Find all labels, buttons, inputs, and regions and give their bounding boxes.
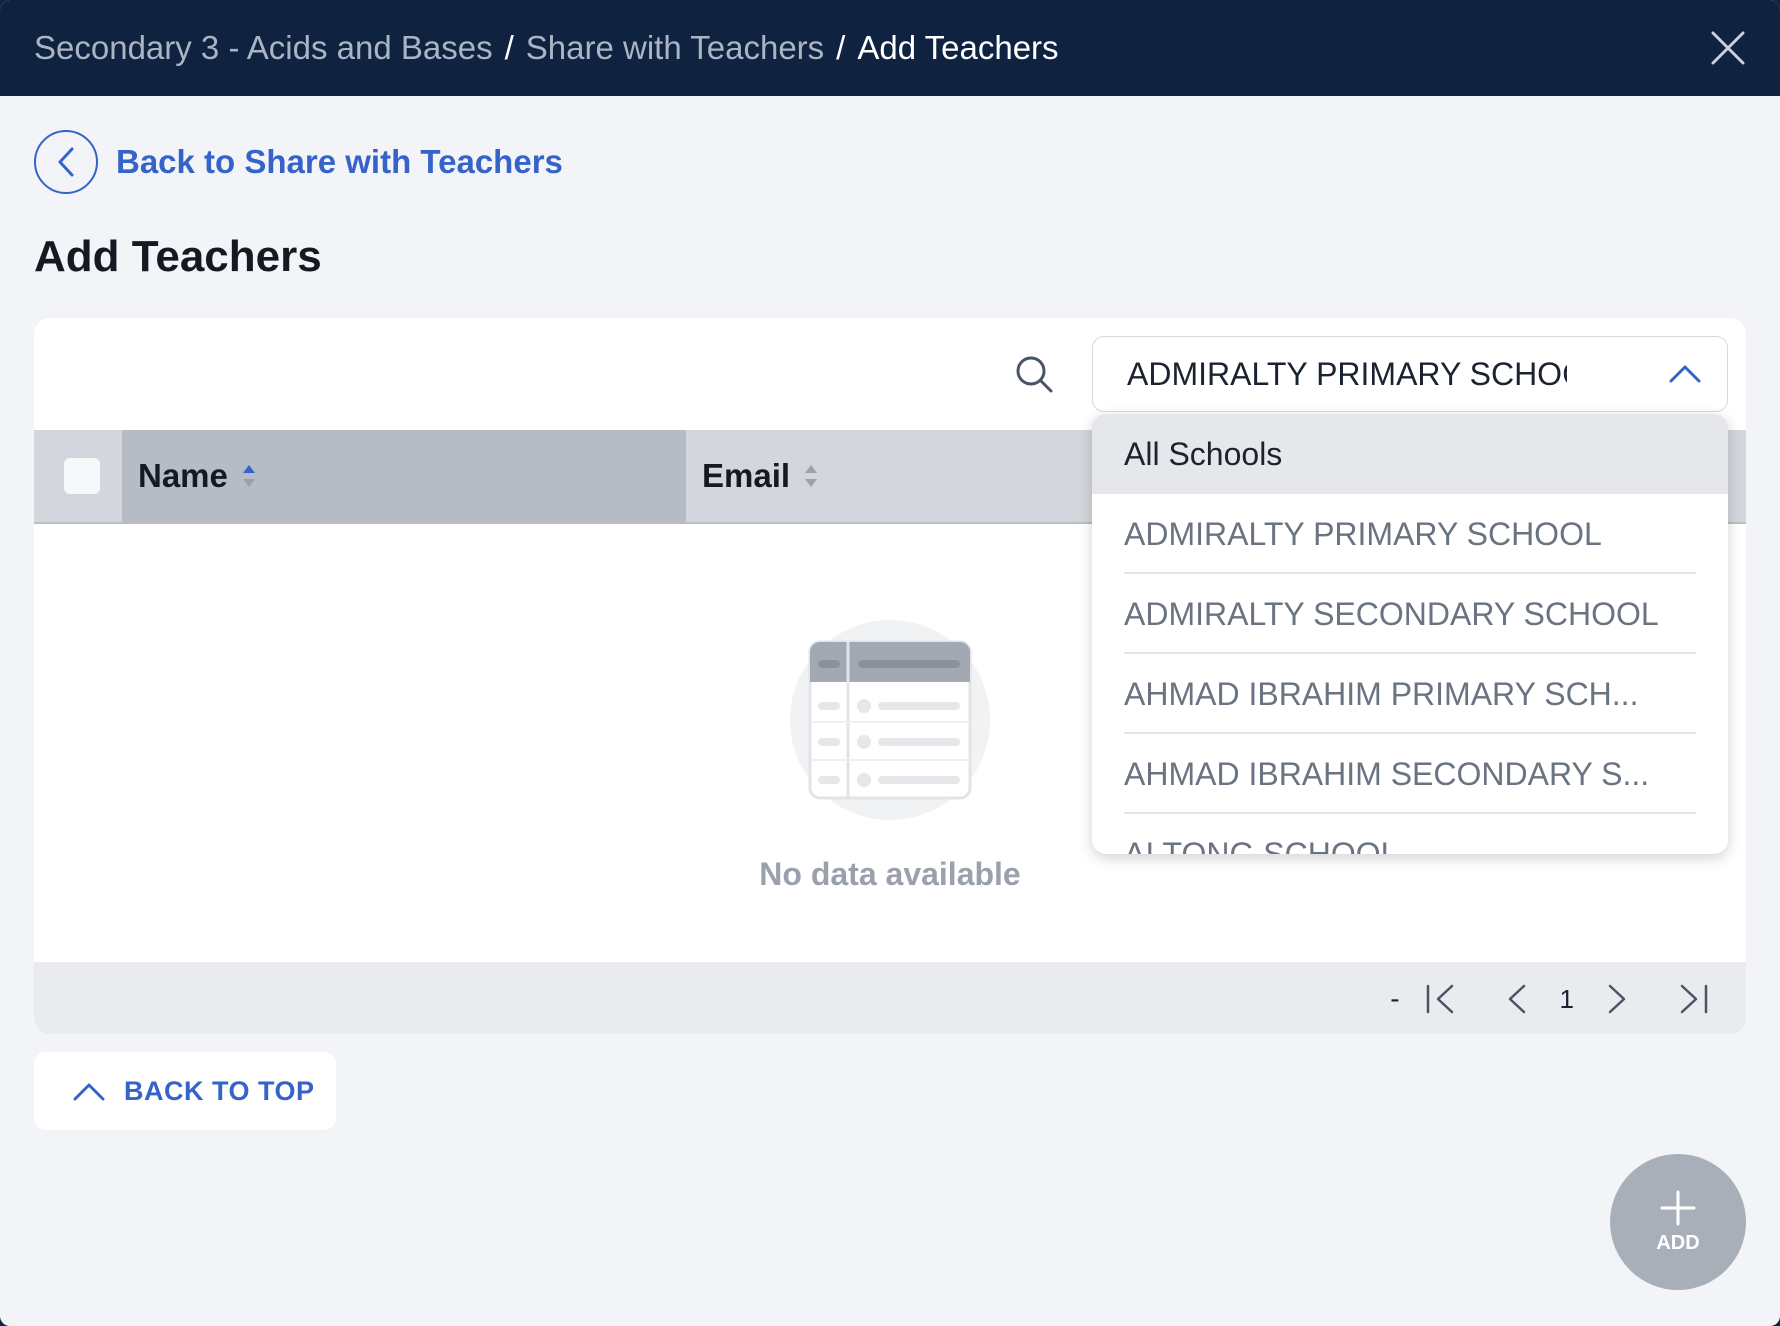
- back-button[interactable]: [34, 130, 98, 194]
- sort-icon[interactable]: [242, 462, 256, 490]
- school-dropdown-menu: All Schools ADMIRALTY PRIMARY SCHOOL ADM…: [1092, 414, 1728, 854]
- chevron-up-icon: [1669, 365, 1701, 383]
- select-all-checkbox[interactable]: [64, 458, 100, 494]
- dropdown-option-row: AHMAD IBRAHIM SECONDARY S...: [1092, 734, 1728, 814]
- breadcrumb-item-course[interactable]: Secondary 3 - Acids and Bases: [34, 29, 493, 67]
- pagination-range: -: [1390, 983, 1400, 1014]
- chevron-left-icon: [58, 147, 74, 177]
- dropdown-option[interactable]: AI TONG SCHOOL: [1092, 814, 1728, 855]
- last-page-icon[interactable]: [1676, 982, 1710, 1016]
- breadcrumb-separator: /: [836, 29, 846, 66]
- dropdown-option[interactable]: AHMAD IBRAHIM SECONDARY S...: [1092, 734, 1728, 814]
- first-page-icon[interactable]: [1424, 982, 1458, 1016]
- breadcrumb: Secondary 3 - Acids and Bases / Share wi…: [34, 29, 1059, 67]
- chevron-up-icon: [73, 1083, 105, 1101]
- pagination: - 1: [1390, 980, 1710, 1018]
- dialog-header: Secondary 3 - Acids and Bases / Share wi…: [0, 0, 1780, 96]
- dropdown-option[interactable]: All Schools: [1092, 414, 1728, 494]
- back-to-share-link[interactable]: Back to Share with Teachers: [34, 130, 563, 194]
- empty-table-illustration: [790, 620, 990, 820]
- plus-icon: [1660, 1190, 1696, 1225]
- breadcrumb-separator: /: [504, 29, 514, 66]
- back-to-top-label: BACK TO TOP: [124, 1075, 315, 1106]
- back-to-top-button[interactable]: BACK TO TOP: [34, 1052, 336, 1130]
- empty-state-text: No data available: [759, 856, 1021, 892]
- add-button[interactable]: ADD: [1610, 1154, 1746, 1290]
- search-icon: [1016, 356, 1053, 393]
- add-teachers-dialog: Secondary 3 - Acids and Bases / Share wi…: [0, 0, 1780, 1326]
- close-button[interactable]: [1710, 30, 1746, 66]
- close-icon: [1711, 31, 1745, 65]
- dropdown-option[interactable]: ADMIRALTY PRIMARY SCHOOL: [1092, 494, 1728, 574]
- page-title: Add Teachers: [34, 232, 322, 281]
- breadcrumb-item-share[interactable]: Share with Teachers: [526, 29, 824, 67]
- school-select-value: ADMIRALTY PRIMARY SCHOC: [1127, 355, 1567, 392]
- dropdown-option-row: AI TONG SCHOOL: [1092, 814, 1728, 855]
- breadcrumb-current: Add Teachers: [857, 29, 1059, 66]
- add-button-label: ADD: [1656, 1231, 1700, 1254]
- search-button[interactable]: [1014, 354, 1054, 394]
- column-email-label: Email: [702, 457, 791, 494]
- dropdown-option[interactable]: ADMIRALTY SECONDARY SCHOOL: [1092, 574, 1728, 654]
- dropdown-option-row: AHMAD IBRAHIM PRIMARY SCH...: [1092, 654, 1728, 734]
- table-footer: - 1: [34, 962, 1746, 1034]
- school-select[interactable]: ADMIRALTY PRIMARY SCHOC: [1092, 336, 1728, 412]
- dropdown-option[interactable]: AHMAD IBRAHIM PRIMARY SCH...: [1092, 654, 1728, 734]
- current-page-number: 1: [1559, 983, 1574, 1014]
- select-all-cell: [34, 430, 122, 522]
- column-name-label: Name: [138, 457, 228, 494]
- sort-icon[interactable]: [804, 462, 818, 490]
- column-header-name[interactable]: Name: [122, 430, 686, 522]
- dropdown-option-row: ADMIRALTY SECONDARY SCHOOL: [1092, 574, 1728, 654]
- prev-page-icon[interactable]: [1500, 982, 1534, 1016]
- dropdown-option-row: ADMIRALTY PRIMARY SCHOOL: [1092, 494, 1728, 574]
- back-link-label[interactable]: Back to Share with Teachers: [116, 143, 563, 181]
- next-page-icon[interactable]: [1600, 982, 1634, 1016]
